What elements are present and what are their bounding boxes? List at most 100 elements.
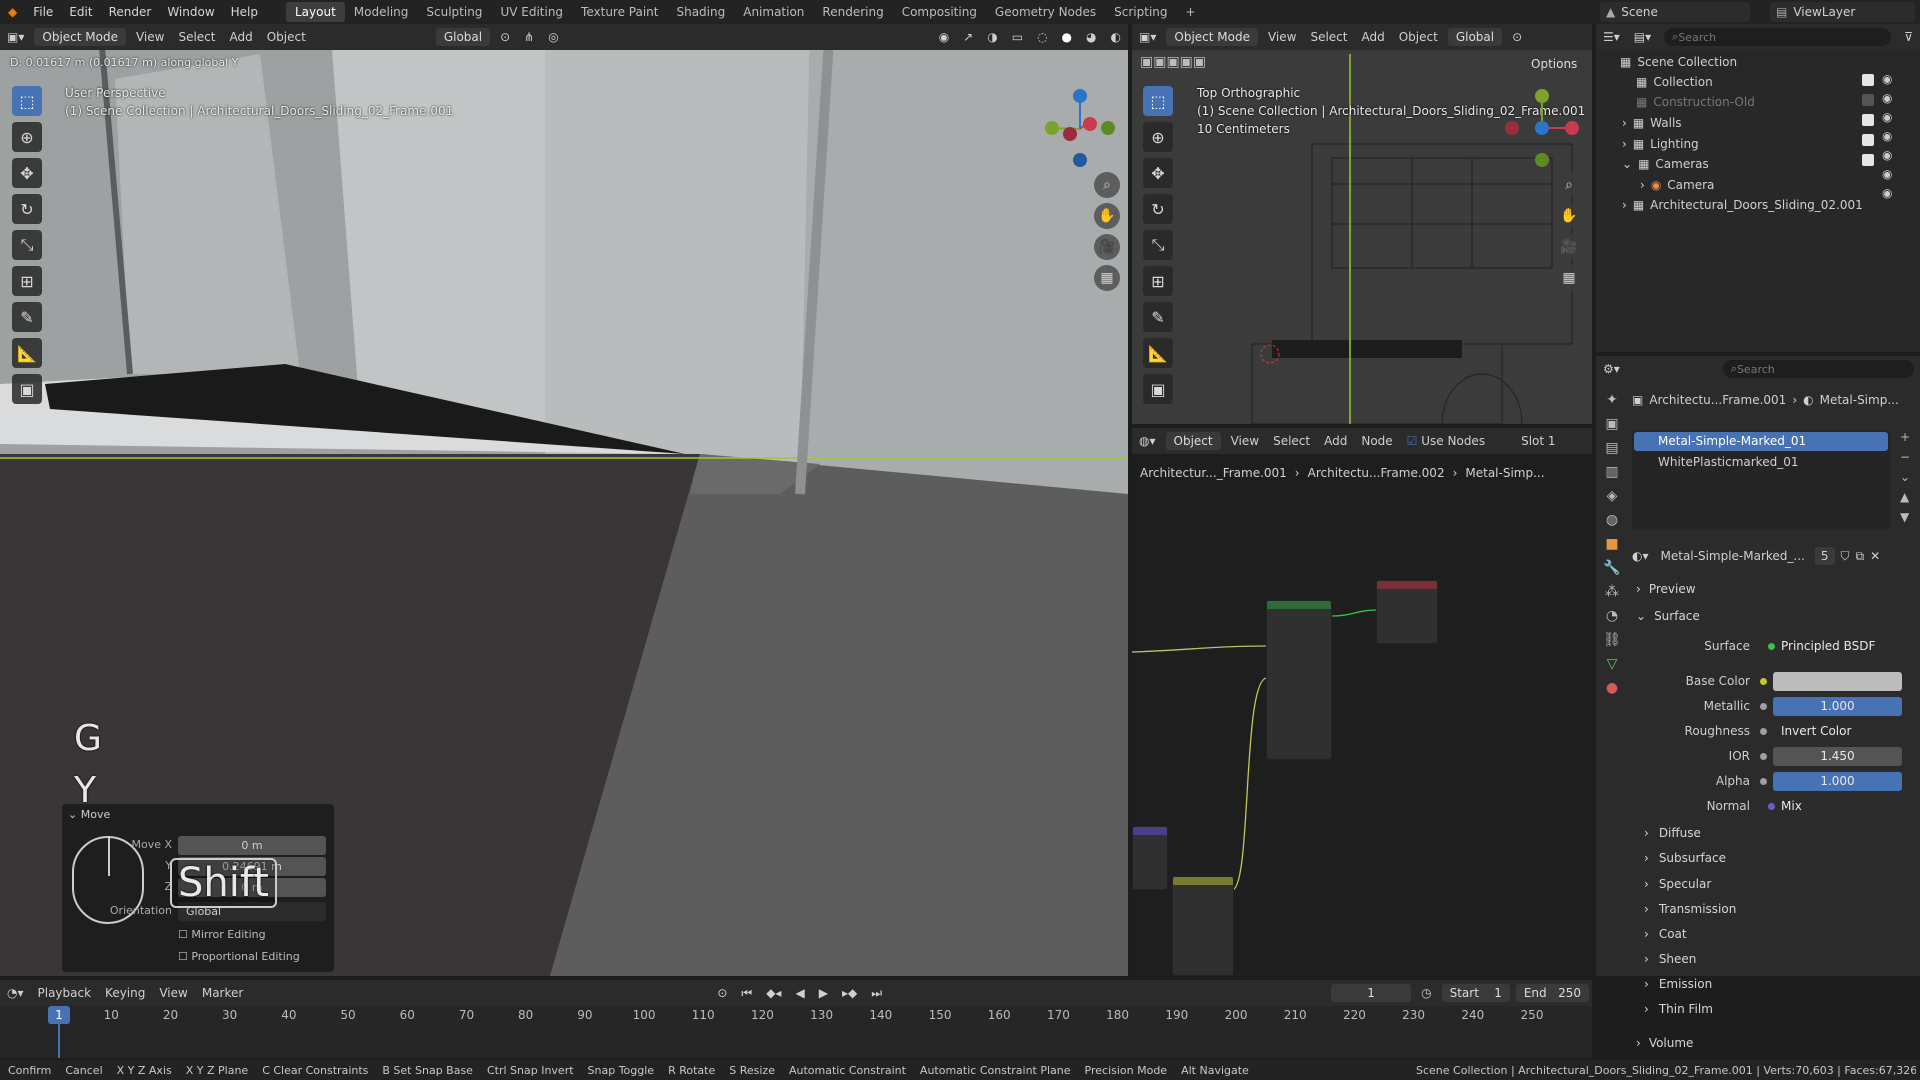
map-node[interactable] bbox=[1132, 826, 1168, 890]
unlink-icon[interactable]: ✕ bbox=[1870, 549, 1880, 563]
scene-tab-icon[interactable]: ◈ bbox=[1607, 488, 1618, 504]
move-x-field[interactable]: 0 m bbox=[178, 836, 326, 855]
gizmo-toggle-icon[interactable]: ↗ bbox=[956, 30, 980, 44]
prev-keyframe-icon[interactable]: ◆◂ bbox=[759, 986, 788, 1000]
material-name-field[interactable]: Metal-Simple-Marked_... bbox=[1654, 547, 1811, 565]
top-select-box-icon[interactable]: ⬚ bbox=[1143, 86, 1173, 116]
next-keyframe-icon[interactable]: ▸◆ bbox=[835, 986, 864, 1000]
subpanel-transmission[interactable]: › Transmission bbox=[1630, 898, 1920, 920]
top-mode-dropdown[interactable]: Object Mode bbox=[1166, 28, 1258, 46]
tab-compositing[interactable]: Compositing bbox=[893, 2, 986, 22]
eye-icon[interactable]: ◉ bbox=[1882, 148, 1892, 162]
subpanel-diffuse[interactable]: › Diffuse bbox=[1630, 822, 1920, 844]
surface-shader-field[interactable]: Principled BSDF bbox=[1760, 636, 1902, 656]
menu-edit[interactable]: Edit bbox=[61, 5, 100, 19]
top-rotate-icon[interactable]: ↻ bbox=[1143, 194, 1173, 224]
jump-start-icon[interactable]: ⏮ bbox=[734, 986, 759, 1001]
subpanel-emission[interactable]: › Emission bbox=[1630, 973, 1920, 995]
top-move-icon[interactable]: ✥ bbox=[1143, 158, 1173, 188]
move-up-icon[interactable]: ▲ bbox=[1900, 490, 1910, 504]
expand-arrow-icon[interactable]: › bbox=[1640, 178, 1645, 192]
material-browse-icon[interactable]: ◐▾ bbox=[1632, 549, 1649, 563]
eye-icon[interactable]: ◉ bbox=[1882, 72, 1892, 86]
rotate-icon[interactable]: ↻ bbox=[12, 194, 42, 224]
snap-icon[interactable]: ⋔ bbox=[517, 30, 541, 44]
shading-wire-icon[interactable]: ◌ bbox=[1030, 30, 1054, 44]
breadcrumb-object[interactable]: Architectur..._Frame.001 bbox=[1140, 466, 1287, 480]
properties-search-input[interactable]: ⌕ Search bbox=[1722, 360, 1914, 378]
top-annotate-icon[interactable]: ✎ bbox=[1143, 302, 1173, 332]
jump-end-icon[interactable]: ⏭ bbox=[864, 986, 889, 1001]
subpanel-coat[interactable]: › Coat bbox=[1630, 923, 1920, 945]
shading-rendered-icon[interactable]: ◐ bbox=[1104, 30, 1128, 44]
alpha-field[interactable]: 1.000 bbox=[1773, 771, 1902, 791]
eye-icon[interactable]: ◉ bbox=[1882, 186, 1892, 200]
play-reverse-icon[interactable]: ◀ bbox=[788, 986, 811, 1000]
roughness-field[interactable]: Invert Color bbox=[1773, 721, 1902, 741]
slot-menu-icon[interactable]: ⌄ bbox=[1900, 470, 1910, 484]
tool-tab-icon[interactable]: ✦ bbox=[1606, 392, 1618, 408]
use-nodes-checkbox[interactable]: ☑ Use Nodes bbox=[1400, 434, 1492, 448]
properties-type-icon[interactable]: ⚙▾ bbox=[1596, 362, 1627, 376]
menu-window[interactable]: Window bbox=[159, 5, 222, 19]
subpanel-sheen[interactable]: › Sheen bbox=[1630, 948, 1920, 970]
tab-sculpting[interactable]: Sculpting bbox=[417, 2, 491, 22]
shading-material-icon[interactable]: ◕ bbox=[1079, 30, 1103, 44]
top-measure-icon[interactable]: 📐 bbox=[1143, 338, 1173, 368]
add-slot-icon[interactable]: + bbox=[1900, 430, 1910, 444]
node-object-dropdown[interactable]: Object bbox=[1165, 432, 1221, 450]
scale-icon[interactable]: ⤡ bbox=[12, 230, 42, 260]
node-menu-add[interactable]: Add bbox=[1317, 434, 1354, 448]
eye-icon[interactable]: ◉ bbox=[1882, 129, 1892, 143]
outliner-display-icon[interactable]: ▤▾ bbox=[1627, 30, 1658, 44]
tab-scripting[interactable]: Scripting bbox=[1105, 2, 1176, 22]
top-editor-type-icon[interactable]: ▣▾ bbox=[1132, 30, 1163, 44]
outliner-row-doors[interactable]: › ▦ Architectural_Doors_Sliding_02.001 bbox=[1600, 195, 1920, 215]
outliner-row-scene-collection[interactable]: ▦ Scene Collection bbox=[1600, 52, 1920, 72]
main-menu-add[interactable]: Add bbox=[222, 30, 259, 44]
move-icon[interactable]: ✥ bbox=[12, 158, 42, 188]
world-tab-icon[interactable]: ◍ bbox=[1606, 512, 1618, 528]
visibility-checkbox[interactable] bbox=[1862, 114, 1874, 126]
measure-icon[interactable]: 📐 bbox=[12, 338, 42, 368]
material-slot-metal[interactable]: Metal-Simple-Marked_01 bbox=[1634, 432, 1888, 451]
ortho-grid-icon[interactable]: ▦ bbox=[1094, 265, 1120, 291]
top-cursor-icon[interactable]: ⊕ bbox=[1143, 122, 1173, 152]
camera-view-icon[interactable]: 🎥 bbox=[1094, 234, 1120, 260]
top-select-modes[interactable]: ▣▣▣▣▣ bbox=[1140, 54, 1206, 70]
navigation-gizmo[interactable] bbox=[1040, 84, 1120, 170]
node-editor[interactable] bbox=[1132, 428, 1592, 976]
pivot-icon[interactable]: ⊙ bbox=[493, 30, 517, 44]
proportional-icon[interactable]: ◎ bbox=[541, 30, 565, 44]
top-scale-icon[interactable]: ⤡ bbox=[1143, 230, 1173, 260]
material-tab-icon[interactable]: ● bbox=[1606, 680, 1618, 696]
editor-type-icon[interactable]: ▣▾ bbox=[0, 30, 31, 44]
slot-dropdown[interactable]: Slot 1 bbox=[1514, 434, 1562, 448]
collapse-arrow-icon[interactable]: ⌄ bbox=[1622, 157, 1632, 171]
record-icon[interactable]: ⊙ bbox=[710, 986, 734, 1000]
node-menu-view[interactable]: View bbox=[1224, 434, 1266, 448]
transform-icon[interactable]: ⊞ bbox=[12, 266, 42, 296]
menu-help[interactable]: Help bbox=[223, 5, 266, 19]
playhead[interactable]: 1 bbox=[48, 1006, 70, 1024]
options-dropdown[interactable]: Options bbox=[1523, 55, 1586, 73]
tab-layout[interactable]: Layout bbox=[286, 2, 345, 22]
visibility-checkbox[interactable] bbox=[1862, 154, 1874, 166]
tab-rendering[interactable]: Rendering bbox=[813, 2, 892, 22]
subpanel-subsurface[interactable]: › Subsurface bbox=[1630, 847, 1920, 869]
metallic-field[interactable]: 1.000 bbox=[1773, 696, 1902, 716]
constraints-tab-icon[interactable]: ⛓ bbox=[1603, 632, 1621, 648]
material-user-count[interactable]: 5 bbox=[1814, 547, 1835, 565]
view-layer-selector[interactable]: ▤ ViewLayer bbox=[1770, 2, 1915, 22]
top-grid-icon[interactable]: ▦ bbox=[1556, 265, 1582, 291]
zoom-icon[interactable]: ⌕ bbox=[1094, 172, 1120, 198]
timeline-menu-marker[interactable]: Marker bbox=[195, 986, 250, 1000]
tab-modeling[interactable]: Modeling bbox=[345, 2, 418, 22]
outliner-type-icon[interactable]: ☰▾ bbox=[1596, 30, 1627, 44]
material-slot-white-plastic[interactable]: WhitePlasticmarked_01 bbox=[1634, 453, 1888, 472]
top-navigation-gizmo[interactable] bbox=[1500, 86, 1580, 172]
menu-render[interactable]: Render bbox=[101, 5, 160, 19]
node-editor-type-icon[interactable]: ◍▾ bbox=[1132, 434, 1163, 448]
expand-arrow-icon[interactable]: › bbox=[1622, 116, 1627, 130]
top-menu-select[interactable]: Select bbox=[1303, 30, 1354, 44]
